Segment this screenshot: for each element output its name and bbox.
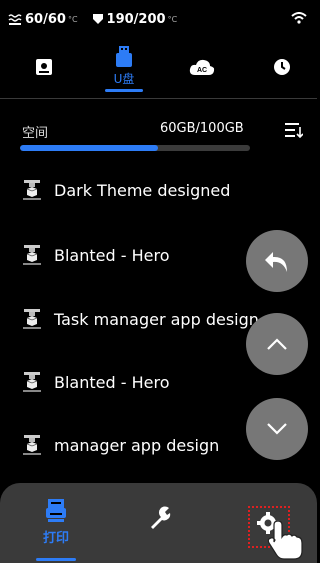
- tab-local[interactable]: [14, 40, 74, 96]
- wrench-icon: [151, 506, 171, 529]
- tab-cloud[interactable]: AC: [172, 40, 232, 96]
- gcode-file-icon: [22, 308, 42, 330]
- bed-temp-status: 190/200 °C: [92, 11, 178, 27]
- active-tab-indicator: [105, 89, 143, 92]
- print-icon: [46, 499, 66, 522]
- wifi-icon: [291, 12, 307, 24]
- bed-temp-unit: °C: [167, 14, 178, 24]
- bottom-tab-tools[interactable]: [120, 483, 200, 563]
- usb-icon: [116, 46, 132, 67]
- active-bottom-tab-indicator: [36, 558, 76, 561]
- ac-cloud-icon: AC: [189, 59, 215, 75]
- storage-progress-fill: [20, 145, 158, 151]
- storage-icon: [36, 59, 52, 75]
- header-divider: [0, 98, 317, 99]
- chevron-up-icon: [267, 338, 287, 350]
- nozzle-temp-value: 60/60: [25, 11, 66, 27]
- source-tabs: U盘 AC: [0, 40, 317, 96]
- gcode-file-icon: [22, 244, 42, 266]
- list-item[interactable]: Dark Theme designed: [20, 175, 300, 205]
- back-button[interactable]: [246, 230, 308, 292]
- bed-icon: [92, 14, 103, 24]
- storage-progress-bar: [20, 145, 250, 151]
- list-item[interactable]: Blanted - Hero: [20, 367, 300, 397]
- status-bar: 60/60 °C 190/200 °C: [8, 8, 191, 30]
- tab-usb-label: U盘: [113, 72, 135, 86]
- file-name: Blanted - Hero: [54, 245, 170, 265]
- storage-value: 60GB/100GB: [160, 121, 244, 136]
- bottom-tab-print-label: 打印: [42, 531, 69, 546]
- nozzle-icon: [8, 14, 22, 25]
- gcode-file-icon: [22, 434, 42, 456]
- gcode-file-icon: [22, 371, 42, 393]
- tap-hand-icon: [267, 521, 303, 560]
- file-name: Dark Theme designed: [54, 180, 231, 200]
- tab-history[interactable]: [252, 40, 312, 96]
- chevron-down-icon: [267, 423, 287, 435]
- scroll-down-button[interactable]: [246, 398, 308, 460]
- bottom-nav: 打印: [0, 483, 317, 563]
- undo-arrow-icon: [265, 252, 287, 272]
- scroll-up-button[interactable]: [246, 313, 308, 375]
- file-browser-screen: 60/60 °C 190/200 °C U盘 AC 空间 60GB/100GB …: [0, 0, 317, 563]
- file-name: Task manager app design: [54, 309, 259, 329]
- gcode-file-icon: [22, 179, 42, 201]
- nozzle-temp-status: 60/60 °C: [8, 12, 78, 27]
- clock-icon: [274, 59, 290, 75]
- storage-label: 空间: [22, 126, 49, 141]
- sort-icon[interactable]: [285, 122, 303, 138]
- svg-text:AC: AC: [197, 67, 207, 74]
- nozzle-temp-unit: °C: [67, 14, 78, 24]
- file-name: Blanted - Hero: [54, 372, 170, 392]
- tab-usb[interactable]: U盘: [94, 40, 154, 96]
- bed-temp-value: 190/200: [106, 11, 166, 27]
- file-name: manager app design: [54, 435, 220, 455]
- bottom-tab-print[interactable]: 打印: [16, 483, 96, 563]
